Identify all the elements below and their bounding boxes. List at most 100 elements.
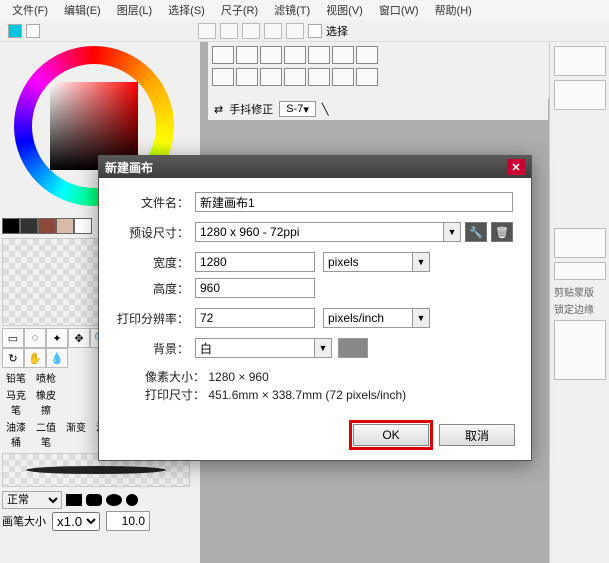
mini-panel[interactable]: [554, 228, 606, 258]
hand-tool[interactable]: ✋: [24, 348, 46, 368]
options-bar: 选择: [0, 20, 609, 42]
opt-btn-5[interactable]: [286, 23, 304, 39]
print-size-label: 打印尺寸：: [145, 388, 205, 402]
filename-input[interactable]: [195, 192, 513, 212]
menu-ruler[interactable]: 尺子(R): [221, 2, 258, 18]
preset-swatch[interactable]: [260, 68, 282, 86]
brush-size-input[interactable]: [106, 511, 150, 531]
preset-swatch[interactable]: [212, 46, 234, 64]
pixel-size-value: 1280 × 960: [208, 370, 268, 384]
preset-swatch[interactable]: [236, 68, 258, 86]
preset-swatch[interactable]: [356, 46, 378, 64]
menu-select[interactable]: 选择(S): [168, 2, 205, 18]
menu-filter[interactable]: 滤镜(T): [274, 2, 310, 18]
eyedrop-tool[interactable]: 💧: [46, 348, 68, 368]
width-label: 宽度：: [117, 254, 189, 271]
preset-swatch[interactable]: [308, 68, 330, 86]
preset-swatch[interactable]: [212, 68, 234, 86]
unit-dim-select[interactable]: [323, 252, 413, 272]
tip-shape-3[interactable]: [106, 494, 122, 506]
width-input[interactable]: [195, 252, 315, 272]
tip-shape-1[interactable]: [66, 494, 82, 506]
arrow-icon: ⇄: [214, 103, 223, 116]
menu-help[interactable]: 帮助(H): [435, 2, 472, 18]
resolution-input[interactable]: [195, 308, 315, 328]
palette-swatch[interactable]: [74, 218, 92, 234]
opt-btn-2[interactable]: [220, 23, 238, 39]
brush-mult-select[interactable]: x1.0: [52, 512, 100, 531]
preset-swatch[interactable]: [284, 46, 306, 64]
opt-btn-1[interactable]: [198, 23, 216, 39]
chevron-down-icon[interactable]: ▼: [314, 338, 332, 358]
menu-file[interactable]: 文件(F): [12, 2, 48, 18]
background-select[interactable]: [195, 338, 315, 358]
chevron-down-icon[interactable]: ▼: [412, 308, 430, 328]
palette-swatch[interactable]: [56, 218, 74, 234]
wand-tool[interactable]: ✦: [46, 328, 68, 348]
mini-panel[interactable]: [554, 46, 606, 76]
palette-swatch[interactable]: [20, 218, 38, 234]
preset-swatch[interactable]: [260, 46, 282, 64]
mini-layer-panel[interactable]: [554, 320, 606, 380]
new-canvas-dialog: 新建画布 ✕ 文件名： 预设尺寸： ▼ 🔧 🗑 宽度： ▼ 高度： 打印分辨率：: [98, 155, 532, 461]
right-strip: 剪贴蒙版 锁定边缘: [549, 42, 609, 563]
menu-window[interactable]: 窗口(W): [379, 2, 419, 18]
preset-swatch[interactable]: [332, 68, 354, 86]
eraser-label: 橡皮擦: [32, 387, 60, 417]
fg-color-swatch[interactable]: [8, 24, 22, 38]
brush-size-row: 画笔大小 x1.0: [2, 511, 198, 531]
airbrush-label: 喷枪: [32, 370, 60, 385]
stabilizer-label: 手抖修正: [229, 101, 273, 117]
cancel-button[interactable]: 取消: [439, 424, 515, 446]
dialog-title-text: 新建画布: [105, 159, 153, 176]
preset-delete-icon[interactable]: 🗑: [491, 222, 513, 242]
brush-stroke-icon: [26, 466, 166, 474]
blend-mode-row: 正常: [2, 491, 198, 509]
marquee-tool[interactable]: ▭: [2, 328, 24, 348]
opt-check[interactable]: [308, 24, 322, 38]
background-color-swatch[interactable]: [338, 338, 368, 358]
preset-swatch[interactable]: [236, 46, 258, 64]
opt-btn-4[interactable]: [264, 23, 282, 39]
menu-edit[interactable]: 编辑(E): [64, 2, 101, 18]
background-label: 背景：: [117, 340, 189, 357]
canvas-top-strip: [208, 42, 601, 98]
unit-res-select[interactable]: [323, 308, 413, 328]
preset-swatch[interactable]: [308, 46, 330, 64]
pencil-label: 铅笔: [2, 370, 30, 385]
close-icon[interactable]: ✕: [507, 159, 525, 175]
bg-color-swatch[interactable]: [26, 24, 40, 38]
tip-shape-2[interactable]: [86, 494, 102, 506]
chevron-down-icon[interactable]: ▼: [443, 222, 461, 242]
tip-shape-4[interactable]: [126, 494, 138, 506]
stabilizer-bar: ⇄ 手抖修正 S-7 ▾ ╲: [208, 98, 548, 120]
gradient-label: 渐变: [62, 419, 90, 449]
dialog-titlebar[interactable]: 新建画布 ✕: [99, 156, 531, 178]
preset-swatch[interactable]: [284, 68, 306, 86]
mini-panel[interactable]: [554, 80, 606, 110]
menu-view[interactable]: 视图(V): [326, 2, 363, 18]
lock-edge-label: 锁定边缘: [554, 301, 605, 316]
opt-btn-3[interactable]: [242, 23, 260, 39]
palette-swatch[interactable]: [38, 218, 56, 234]
preset-swatch[interactable]: [332, 46, 354, 64]
menu-layer[interactable]: 图层(L): [117, 2, 152, 18]
preset-swatch[interactable]: [356, 68, 378, 86]
move-tool[interactable]: ✥: [68, 328, 90, 348]
mini-toolbar[interactable]: [554, 262, 606, 280]
preset-select[interactable]: [195, 222, 444, 242]
lasso-tool[interactable]: ◌: [24, 328, 46, 348]
palette-swatch[interactable]: [2, 218, 20, 234]
rotate-tool[interactable]: ↻: [2, 348, 24, 368]
chevron-down-icon[interactable]: ▼: [412, 252, 430, 272]
print-size-value: 451.6mm × 338.7mm (72 pixels/inch): [208, 388, 406, 402]
clipboard-mask-label: 剪贴蒙版: [554, 284, 605, 299]
height-input[interactable]: [195, 278, 315, 298]
preset-tool-icon[interactable]: 🔧: [465, 222, 487, 242]
stabilizer-select[interactable]: S-7 ▾: [279, 101, 316, 117]
bucket-label: 油漆桶: [2, 419, 30, 449]
ok-button[interactable]: OK: [353, 424, 429, 446]
blend-mode-select[interactable]: 正常: [2, 491, 62, 509]
swatch-row-2: [212, 68, 597, 86]
brush-size-label: 画笔大小: [2, 513, 46, 529]
